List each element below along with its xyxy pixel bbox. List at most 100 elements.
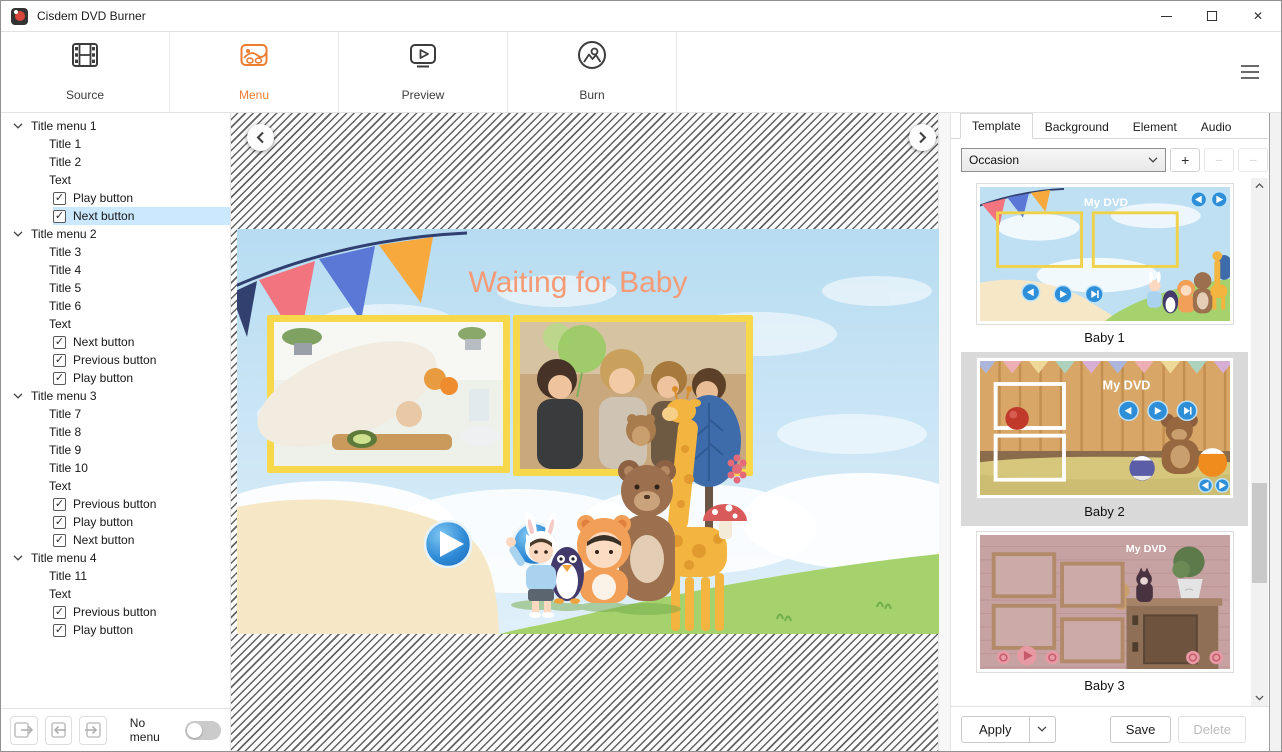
tab-preview[interactable]: Preview: [339, 32, 508, 112]
toolbar: Source Menu Preview Burn: [1, 32, 1281, 113]
template-card[interactable]: My DVDBaby 1: [961, 178, 1248, 352]
maximize-button[interactable]: [1189, 1, 1235, 31]
template-scrollbar[interactable]: [1251, 178, 1268, 706]
chevron-down-icon[interactable]: [13, 123, 23, 129]
tree-group-row[interactable]: Title menu 3: [1, 387, 230, 405]
checkbox[interactable]: ✓: [53, 372, 66, 385]
tree-item-row[interactable]: ✓Next button: [1, 333, 230, 351]
minimize-button[interactable]: [1143, 1, 1189, 31]
tree-item-row[interactable]: Title 9: [1, 441, 230, 459]
move-out-button[interactable]: [10, 716, 38, 745]
apply-button[interactable]: Apply: [961, 716, 1030, 743]
tree-item-row[interactable]: Text: [1, 585, 230, 603]
tree-item-label: Title 11: [49, 569, 87, 583]
delete-button[interactable]: Delete: [1178, 716, 1246, 743]
tree-item-row[interactable]: ✓ Play button: [1, 189, 230, 207]
previous-menu-arrow[interactable]: [247, 124, 274, 151]
tree-item-row[interactable]: Title 2: [1, 153, 230, 171]
tab-preview-label: Preview: [402, 82, 445, 106]
no-menu-toggle[interactable]: [185, 721, 221, 740]
tree-group-row[interactable]: Title menu 1: [1, 117, 230, 135]
window-title: Cisdem DVD Burner: [37, 9, 146, 23]
remove-category-button[interactable]: −: [1204, 148, 1234, 172]
tree-group-row[interactable]: Title menu 4: [1, 549, 230, 567]
app-logo-icon: [11, 8, 28, 25]
tree-item-label: Title 6: [49, 299, 81, 313]
tree-item-row[interactable]: Title 8: [1, 423, 230, 441]
tree-item-row[interactable]: ✓Next button: [1, 207, 230, 225]
tab-background[interactable]: Background: [1033, 113, 1121, 139]
checkbox[interactable]: ✓: [53, 624, 66, 637]
tree-item-label: Title 5: [49, 281, 81, 295]
close-button[interactable]: ✕: [1235, 1, 1281, 31]
tree-item-row[interactable]: ✓Play button: [1, 621, 230, 639]
template-thumbnail[interactable]: My DVD: [977, 184, 1233, 324]
tree-item-row[interactable]: ✓Previous button: [1, 495, 230, 513]
template-controls: Occasion + − −: [951, 139, 1268, 178]
checkbox[interactable]: ✓: [53, 606, 66, 619]
menu-title-text[interactable]: Waiting for Baby: [469, 266, 688, 299]
scrollbar-thumb[interactable]: [1252, 483, 1267, 583]
tree-item-label: Play button: [73, 191, 133, 205]
checkbox[interactable]: ✓: [53, 192, 66, 205]
tree-item-row[interactable]: Title 6: [1, 297, 230, 315]
checkbox[interactable]: ✓: [53, 210, 66, 223]
save-button[interactable]: Save: [1110, 716, 1172, 743]
tree-item-row[interactable]: Title 10: [1, 459, 230, 477]
scroll-up-icon[interactable]: [1251, 178, 1268, 194]
tree-item-label: Text: [49, 317, 71, 331]
template-card[interactable]: My DVDBaby 3: [961, 526, 1248, 700]
category-select[interactable]: Occasion: [961, 148, 1166, 172]
tree-item-label: Text: [49, 173, 71, 187]
apply-dropdown-button[interactable]: [1029, 716, 1056, 743]
tree-item-row[interactable]: ✓Play button: [1, 513, 230, 531]
tab-template[interactable]: Template: [960, 113, 1033, 139]
tree-item-row[interactable]: Text: [1, 477, 230, 495]
tab-source[interactable]: Source: [1, 32, 170, 112]
template-thumbnail[interactable]: My DVD: [977, 532, 1233, 672]
chevron-down-icon[interactable]: [13, 393, 23, 399]
checkbox[interactable]: ✓: [53, 534, 66, 547]
checkbox[interactable]: ✓: [53, 498, 66, 511]
checkbox[interactable]: ✓: [53, 354, 66, 367]
dvd-title-text: My DVD: [1102, 379, 1150, 393]
preview-scrollbar[interactable]: [938, 113, 950, 751]
tree-item-row[interactable]: Text: [1, 171, 230, 189]
scroll-down-icon[interactable]: [1251, 690, 1268, 706]
tab-burn[interactable]: Burn: [508, 32, 677, 112]
tree-item-row[interactable]: ✓Play button: [1, 369, 230, 387]
photo-frame-1[interactable]: [243, 315, 510, 473]
tree-item-row[interactable]: ✓Previous button: [1, 351, 230, 369]
checkbox[interactable]: ✓: [53, 516, 66, 529]
chevron-down-icon[interactable]: [13, 555, 23, 561]
tab-menu[interactable]: Menu: [170, 32, 339, 112]
add-category-button[interactable]: +: [1170, 148, 1200, 172]
edit-category-button[interactable]: −: [1238, 148, 1268, 172]
tree-item-row[interactable]: ✓Previous button: [1, 603, 230, 621]
tree-item-row[interactable]: Title 5: [1, 279, 230, 297]
checkbox[interactable]: ✓: [53, 336, 66, 349]
tree-item-row[interactable]: Title 1: [1, 135, 230, 153]
tree-item-row[interactable]: Title 7: [1, 405, 230, 423]
tab-audio[interactable]: Audio: [1189, 113, 1244, 139]
titles-tree-panel: Title menu 1Title 1Title 2 Text ✓ Play butt…: [1, 113, 231, 751]
tree-item-row[interactable]: Text: [1, 315, 230, 333]
tree-item-row[interactable]: Title 11: [1, 567, 230, 585]
template-card[interactable]: My DVDBaby 2: [961, 352, 1248, 526]
tree-item-row[interactable]: Title 4: [1, 261, 230, 279]
panel-footer: Apply Save Delete: [951, 706, 1281, 751]
chevron-down-icon[interactable]: [13, 231, 23, 237]
menu-hamburger-icon[interactable]: [1241, 65, 1259, 79]
move-in-button[interactable]: [79, 716, 107, 745]
tree-item-row[interactable]: Title 3: [1, 243, 230, 261]
tree-group-row[interactable]: Title menu 2: [1, 225, 230, 243]
tab-element[interactable]: Element: [1121, 113, 1189, 139]
play-button[interactable]: [425, 521, 471, 567]
menu-canvas[interactable]: Waiting for Baby: [237, 229, 939, 634]
tree-item-row[interactable]: ✓Next button: [1, 531, 230, 549]
panel-scrollbar[interactable]: [1269, 113, 1281, 751]
move-left-button[interactable]: [45, 716, 73, 745]
template-thumbnail[interactable]: My DVD: [977, 358, 1233, 498]
tree-item-label: Text: [49, 587, 71, 601]
next-menu-arrow[interactable]: [909, 124, 936, 151]
